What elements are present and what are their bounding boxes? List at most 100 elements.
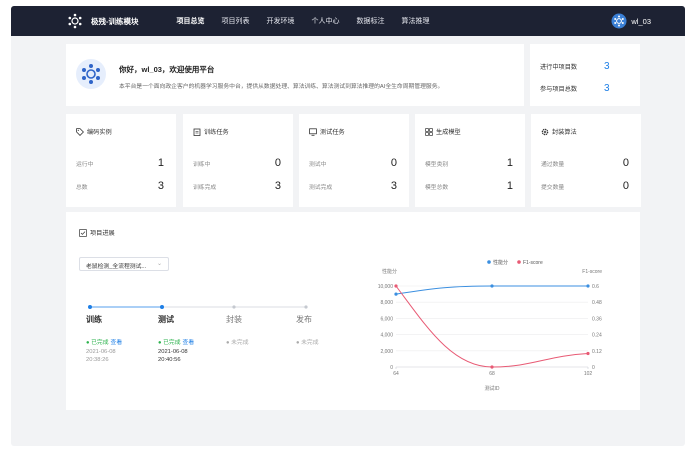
step-status-text: 已完成 [91,340,109,346]
step-time: 2021-06-08 20:38:26 [86,348,116,364]
step-track [88,305,308,309]
y-tick-right: 0.48 [592,300,602,306]
stat-card-title-text: 测试任务 [320,129,345,136]
stat-value: 3 [274,180,281,192]
stat-card-title: 训练任务 [193,127,229,136]
nav-item-data-label[interactable]: 数据标注 [357,16,385,26]
running-projects-label: 进行中项目数 [540,64,578,71]
y-tick-right: 0.24 [592,333,602,339]
user-menu[interactable]: wl_03 [611,13,651,29]
logo-icon [68,13,82,29]
stat-label: 测试中 [309,161,327,168]
stat-value: 1 [506,157,513,169]
y-tick-right: 0.12 [592,349,602,355]
nav-item-inference[interactable]: 算法推理 [402,16,430,26]
series-0-point-1 [490,284,494,288]
nav-item-overview[interactable]: 项目总览 [177,16,205,26]
platform-icon [76,59,106,89]
project-progress-card: 项目进展 老鼠检测_全流程测试... ⌄ 训练 ● 已完成 查看 2021-06… [66,212,640,410]
stat-value: 0 [390,157,397,169]
stat-card-training-task: 训练任务 训练中 0 训练完成 3 [183,114,293,207]
grid-icon [425,127,433,136]
stat-label: 测试完成 [309,184,333,191]
stat-card-generated-model: 生成模型 模型类别 1 模型总数 1 [415,114,525,207]
top-navbar: 极残-训练模块 项目总览 项目列表 开发环境 个人中心 数据标注 算法推理 wl… [11,6,685,36]
stat-card-title: 封装算法 [541,127,577,136]
stat-row: 模型总数 1 [425,180,513,192]
running-projects-row: 进行中项目数 3 [540,61,630,72]
step-dot-publish [304,305,308,309]
step-dot-test [160,305,164,309]
stat-label: 模型总数 [425,184,449,191]
brand-name: 极残-训练模块 [91,16,139,26]
step-label: 封装 [226,315,242,324]
stat-label: 模型类别 [425,161,449,168]
stat-value: 3 [157,180,164,192]
x-axis-title: 测试ID [484,385,499,392]
nav-item-personal[interactable]: 个人中心 [312,16,340,26]
monitor-icon [309,127,317,136]
stat-card-title-text: 训练任务 [204,129,229,136]
series-1-point-1 [490,365,494,369]
joined-projects-value[interactable]: 3 [604,83,610,94]
app-frame: 极残-训练模块 项目总览 项目列表 开发环境 个人中心 数据标注 算法推理 wl… [11,6,685,446]
y-tick-left: 2,000 [380,349,393,355]
step-dot-package [232,305,236,309]
clipboard-icon [193,128,201,136]
view-link[interactable]: 查看 [111,340,123,346]
series-0-point-0 [394,292,398,296]
avatar [611,13,627,29]
y-tick-left: 6,000 [380,316,393,322]
stat-card-coding-instance: 编码实例 运行中 1 总数 3 [66,114,176,207]
progress-title: 项目进展 [79,228,115,237]
running-projects-value[interactable]: 3 [604,61,610,72]
step-label: 测试 [158,315,174,324]
welcome-card: 你好，wl_03，欢迎使用平台 本平台是一个面向政企客户的机器学习服务中台，提供… [66,44,524,106]
stat-label: 提交数量 [541,184,565,191]
stat-value: 1 [506,180,513,192]
stat-card-title: 测试任务 [309,127,345,136]
stat-card-title: 生成模型 [425,127,461,136]
user-name: wl_03 [631,16,651,26]
step-clock: 20:40:56 [158,357,181,363]
joined-projects-row: 参与项目总数 3 [540,83,630,94]
nav-item-dev-env[interactable]: 开发环境 [267,16,295,26]
stat-row: 测试完成 3 [309,180,397,192]
step-label: 发布 [296,315,312,324]
step-date: 2021-06-08 [86,349,116,355]
stat-card-title-text: 编码实例 [87,129,112,136]
stat-card-title: 编码实例 [76,127,112,136]
stat-value: 3 [390,180,397,192]
series-1-point-2 [586,351,590,356]
stat-label: 训练完成 [193,184,217,191]
legend-label-0: 性能分 [493,259,508,266]
series-0-point-2 [586,284,590,288]
joined-projects-label: 参与项目总数 [540,86,578,93]
project-select[interactable]: 老鼠检测_全流程测试... ⌄ [79,257,169,271]
y-tick-right: 0.6 [592,284,599,290]
y-axis-right-title: F1-score [582,269,602,275]
x-tick-label: 68 [489,371,495,377]
stat-row: 运行中 1 [76,157,164,169]
step-label: 训练 [86,315,102,324]
step-status-text: 未完成 [301,340,319,346]
stat-card-packaged-algorithm: 封装算法 通过数量 0 提交数量 0 [531,114,641,207]
welcome-title: 你好，wl_03，欢迎使用平台 [119,65,215,74]
stat-label: 总数 [76,184,88,191]
stat-card-title-text: 生成模型 [436,129,461,136]
stat-card-title-text: 封装算法 [552,129,577,136]
stat-row: 通过数量 0 [541,157,629,169]
x-tick-label: 64 [393,371,399,377]
project-count-card: 进行中项目数 3 参与项目总数 3 [530,44,640,106]
project-select-value: 老鼠检测_全流程测试... [86,264,147,270]
brand[interactable]: 极残-训练模块 [67,13,177,29]
y-tick-right: 0 [592,365,595,371]
stat-row: 训练中 0 [193,157,281,169]
stat-value: 0 [622,157,629,169]
step-dot-train [88,305,92,309]
view-link[interactable]: 查看 [183,340,195,346]
stat-label: 通过数量 [541,161,565,168]
gear-icon [541,128,549,135]
stat-value: 0 [274,157,281,169]
nav-item-project-list[interactable]: 项目列表 [222,16,250,26]
